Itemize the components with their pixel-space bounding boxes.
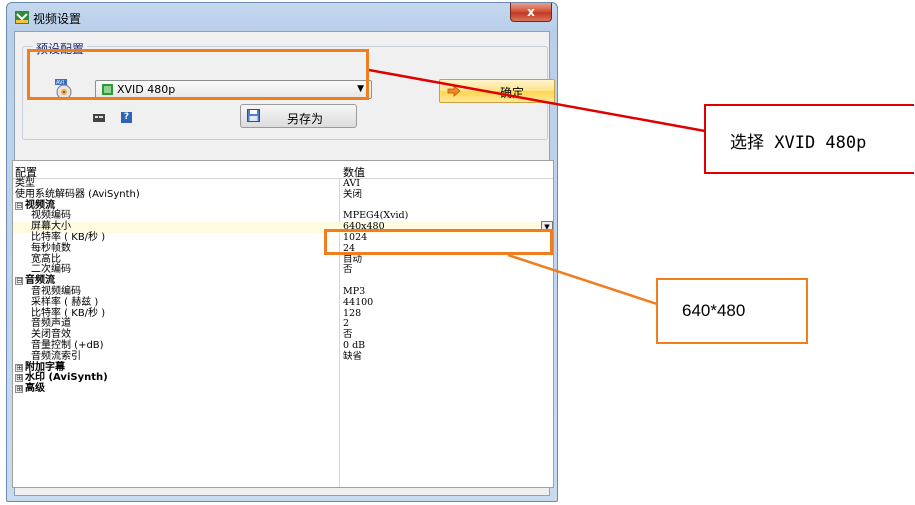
screen-size-highlight-box: [324, 229, 553, 255]
collapse-icon[interactable]: ⊟: [15, 201, 23, 210]
app-icon: [15, 11, 29, 24]
property-row[interactable]: 比特率 ( KB/秒 ) 128: [13, 308, 553, 320]
category-row[interactable]: ⊞ 水印 (AviSynth): [13, 372, 553, 384]
property-name: 高级: [25, 383, 45, 395]
property-rows: 类型 AVI 使用系统解码器 (AviSynth) 关闭 ⊟ 视频流 视频编码 MPEG4(X…: [13, 178, 553, 395]
close-button[interactable]: x: [510, 3, 552, 22]
keyboard-icon[interactable]: [93, 113, 105, 123]
property-row[interactable]: 音量控制 (+dB) 0 dB: [13, 340, 553, 352]
save-disk-icon: [247, 109, 260, 122]
property-value[interactable]: 关闭: [343, 188, 362, 201]
collapse-icon[interactable]: ⊟: [15, 277, 23, 286]
callout-screen-size-text: 640*480: [682, 301, 746, 320]
callout-screen-size: 640*480: [656, 278, 808, 344]
preset-highlight-box: [27, 49, 369, 100]
arrow-right-icon: [447, 85, 461, 97]
property-row[interactable]: 音频声道 2: [13, 318, 553, 330]
expand-icon[interactable]: ⊞: [15, 363, 23, 372]
callout-select-preset-text: 选择 XVID 480p: [730, 133, 867, 153]
grid-header: 配置 数值: [13, 161, 553, 179]
property-grid: 配置 数值 类型 AVI 使用系统解码器 (AviSynth) 关闭 ⊟ 视频流 视频编码 M…: [12, 160, 554, 488]
save-as-button[interactable]: 另存为: [240, 104, 357, 128]
property-row[interactable]: 二次编码否: [13, 263, 553, 276]
callout-select-preset: 选择 XVID 480p: [704, 104, 914, 174]
category-row[interactable]: ⊟ 视频流: [13, 200, 553, 212]
ok-button[interactable]: 确定: [439, 79, 555, 103]
property-value[interactable]: 否: [343, 263, 353, 276]
help-icon[interactable]: ?: [121, 112, 132, 123]
save-as-label: 另存为: [287, 112, 324, 126]
property-value[interactable]: 缺省: [343, 350, 362, 363]
category-row[interactable]: ⊟ 音频流: [13, 275, 553, 287]
expand-icon[interactable]: ⊞: [15, 374, 23, 383]
property-row[interactable]: 使用系统解码器 (AviSynth) 关闭: [13, 188, 553, 201]
property-row[interactable]: 视频编码 MPEG4(Xvid): [13, 210, 553, 222]
window-title: 视频设置: [33, 12, 82, 26]
property-row[interactable]: 音频流索引 缺省: [13, 350, 553, 363]
category-row[interactable]: ⊞ 高级: [13, 383, 553, 395]
ok-button-label: 确定: [500, 86, 525, 100]
title-bar[interactable]: 视频设置 x: [7, 3, 557, 31]
property-row[interactable]: 宽高比 自动: [13, 254, 553, 266]
expand-icon[interactable]: ⊞: [15, 385, 23, 394]
